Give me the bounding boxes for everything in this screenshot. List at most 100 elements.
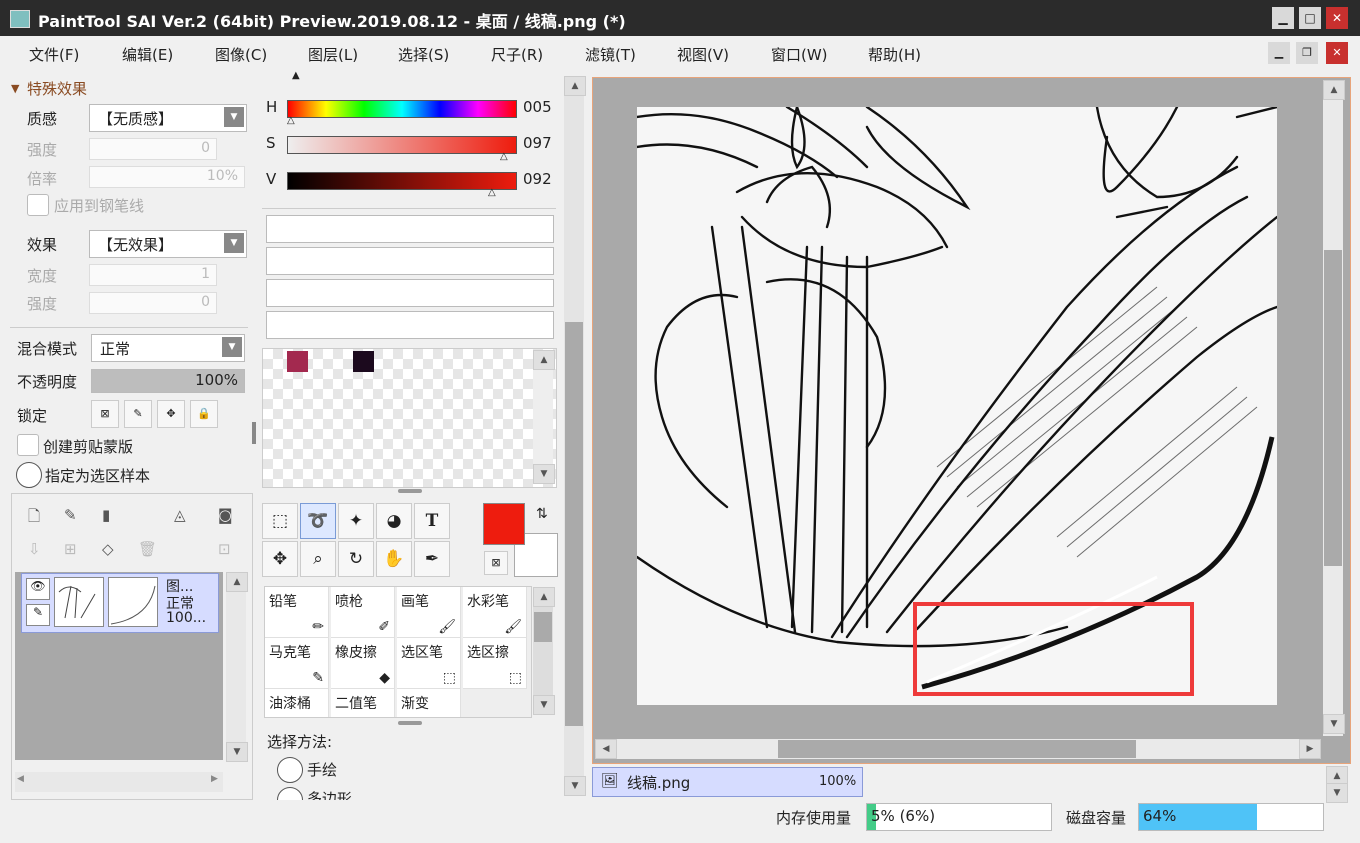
delete-layer-icon[interactable]: 🗑 [138,540,157,558]
scroll-down-icon[interactable]: ▼ [533,695,555,715]
lock-transparency-icon[interactable]: ⊠ [91,400,119,428]
color-slot-3[interactable] [266,279,554,307]
merge-down-icon[interactable]: ⊞ [64,540,77,558]
width-slider[interactable]: 1 [89,264,217,286]
rect-select-icon[interactable]: ⬚ [262,503,298,539]
scroll-left-icon[interactable]: ◀ [17,774,24,784]
maximize-button[interactable]: □ [1299,7,1321,29]
scroll-left-icon[interactable]: ◀ [595,739,617,759]
apply-mask-icon[interactable]: ⊡ [218,540,231,558]
rotate-icon[interactable]: ↻ [338,541,374,577]
lasso-icon[interactable]: ➰ [300,503,336,539]
texture-combo[interactable]: 【无质感】 ▼ [89,104,247,132]
brush-airbrush[interactable]: 喷枪 ✐ [331,587,395,638]
menu-file[interactable]: 文件(F) [29,44,79,65]
panel-scrollbar[interactable]: ▲ ▼ [564,76,586,796]
swatch-dark-purple[interactable] [353,351,374,372]
scale-slider[interactable]: 10% [89,166,245,188]
transparent-color-icon[interactable]: ⊠ [484,551,508,575]
menu-filter[interactable]: 滤镜(T) [585,44,636,65]
scroll-right-icon[interactable]: ▶ [211,774,218,784]
menu-layer[interactable]: 图层(L) [308,44,358,65]
scroll-thumb[interactable] [1324,250,1342,566]
brush-marker[interactable]: 马克笔 ✎ [265,638,329,689]
magic-wand-icon[interactable]: ✦ [338,503,374,539]
splitter-handle[interactable] [398,489,422,493]
menu-help[interactable]: 帮助(H) [868,44,921,65]
swatch-scrollbar[interactable]: ▲ ▼ [533,350,555,484]
menu-edit[interactable]: 编辑(E) [122,44,173,65]
close-button[interactable]: ✕ [1326,7,1348,29]
clipping-checkbox[interactable] [17,434,39,456]
eyedropper-icon[interactable]: ✒ [414,541,450,577]
color-slot-4[interactable] [266,311,554,339]
mdi-restore-button[interactable]: ❐ [1296,42,1318,64]
brush-eraser[interactable]: 橡皮擦 ◆ [331,638,395,689]
swatch-crimson[interactable] [287,351,308,372]
brush-selpen[interactable]: 选区笔 ⬚ [397,638,461,689]
effect-combo[interactable]: 【无效果】 ▼ [89,230,247,258]
brush-brush[interactable]: 画笔 🖌 [397,587,461,638]
opacity-slider[interactable]: 100% [91,369,245,393]
menu-view[interactable]: 视图(V) [677,44,729,65]
polygon-radio[interactable] [277,787,303,800]
value-marker-icon[interactable]: △ [488,187,496,198]
saturation-slider[interactable] [287,136,517,154]
minimize-button[interactable]: ▁ [1272,7,1294,29]
scroll-thumb[interactable] [565,322,583,726]
scroll-up-icon[interactable]: ▲ [226,572,248,592]
strength2-slider[interactable]: 0 [89,292,217,314]
hand-icon[interactable]: ✋ [376,541,412,577]
lock-paint-icon[interactable]: ✎ [124,400,152,428]
saturation-marker-icon[interactable]: △ [500,151,508,162]
hue-slider[interactable] [287,100,517,118]
selection-source-radio[interactable] [16,462,42,488]
scroll-up-icon[interactable]: ▲ [533,350,555,370]
brush-watercolor[interactable]: 水彩笔 🖌 [463,587,527,638]
blend-mode-combo[interactable]: 正常 ▼ [91,334,245,362]
strength-slider[interactable]: 0 [89,138,217,160]
scroll-up-icon[interactable]: ▲ [533,587,555,607]
brush-bucket[interactable]: 油漆桶 [265,689,329,717]
scroll-down-icon[interactable]: ▼ [226,742,248,762]
clear-layer-icon[interactable]: ◇ [102,540,114,558]
value-slider[interactable] [287,172,517,190]
layer-mask-icon[interactable]: ◙ [218,506,233,524]
tab-scroll-down-icon[interactable]: ▼ [1326,783,1348,803]
layer-hscrollbar[interactable]: ◀ ▶ [15,772,223,792]
new-layer-icon[interactable]: 🗋 [28,506,40,531]
menu-window[interactable]: 窗口(W) [771,44,828,65]
menu-ruler[interactable]: 尺子(R) [491,44,543,65]
mdi-minimize-button[interactable]: ▁ [1268,42,1290,64]
scroll-right-icon[interactable]: ▶ [1299,739,1321,759]
lock-all-icon[interactable]: 🔒 [190,400,218,428]
apply-pen-checkbox[interactable] [27,194,49,216]
panel-resize-handle[interactable] [252,422,256,444]
scroll-down-icon[interactable]: ▼ [564,776,586,796]
lock-move-icon[interactable]: ✥ [157,400,185,428]
scroll-thumb[interactable] [778,740,1136,758]
document-tab[interactable]: 🖼 线稿.png 100% [592,767,863,797]
new-pen-layer-icon[interactable]: ✎ [64,506,77,524]
pen-icon[interactable]: ✎ [26,604,50,626]
brush-selerase[interactable]: 选区擦 ⬚ [463,638,527,689]
color-slot-2[interactable] [266,247,554,275]
move-icon[interactable]: ✥ [262,541,298,577]
canvas-hscrollbar[interactable]: ◀ ▶ [595,739,1321,759]
color-slot-1[interactable] [266,215,554,243]
scroll-down-icon[interactable]: ▼ [1323,714,1345,734]
menu-image[interactable]: 图像(C) [215,44,267,65]
menu-select[interactable]: 选择(S) [398,44,449,65]
shape-icon[interactable]: ◕ [376,503,412,539]
freehand-radio[interactable] [277,757,303,783]
layer-scrollbar[interactable]: ▲ ▼ [226,572,248,762]
text-tool-icon[interactable]: T [414,503,450,539]
zoom-icon[interactable]: ⌕ [300,541,336,577]
brush-pencil[interactable]: 铅笔 ✏ [265,587,329,638]
new-folder-icon[interactable]: ▮ [102,506,110,524]
foreground-color[interactable] [483,503,525,545]
transfer-down-icon[interactable]: ⇩ [28,540,41,558]
scroll-down-icon[interactable]: ▼ [533,464,555,484]
canvas-vscrollbar[interactable]: ▲ ▼ [1323,80,1345,736]
brush-scrollbar[interactable]: ▲ ▼ [533,587,555,715]
